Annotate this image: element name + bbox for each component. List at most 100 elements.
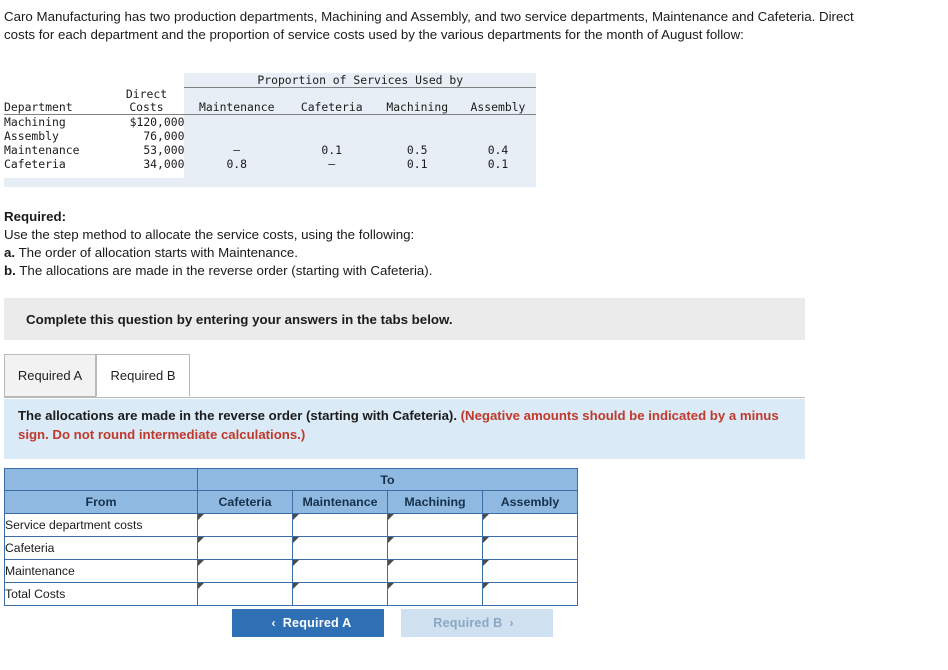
tab-info-main: The allocations are made in the reverse … [18,408,457,423]
input-cell-machining[interactable] [387,536,483,560]
tab-required-a[interactable]: Required A [4,354,96,397]
spacer-cell [288,170,375,178]
cell-corner-marker [483,583,489,589]
row-direct-costs: $120,000 [129,114,185,129]
to-header: To [197,468,578,491]
row-label-cafeteria: Cafeteria [4,536,198,560]
col-header-maintenance: Maintenance [184,87,289,115]
spacer-cell-2 [108,73,184,88]
input-cell-maintenance[interactable] [292,582,388,606]
spacer-cell [374,170,460,178]
tab-required-b[interactable]: Required B [96,354,190,397]
row-machining: 0.5 [374,142,460,157]
cell-corner-marker [198,583,204,589]
row-label-service-department-costs: Service department costs [4,513,198,537]
spacer-cell [4,171,108,178]
required-item-b: b. The allocations are made in the rever… [4,262,704,280]
row-label-maintenance: Maintenance [4,559,198,583]
input-cell-machining[interactable] [387,513,483,537]
required-line1: Use the step method to allocate the serv… [4,227,415,242]
row-machining [374,128,460,143]
direct-costs-line1: Direct [125,86,168,101]
row-assembly [459,128,536,143]
col-header-machining: Machining [374,87,460,115]
required-block: Required: Use the step method to allocat… [4,208,704,280]
row-department: Assembly [4,128,59,143]
input-cell-maintenance[interactable] [292,536,388,560]
to-row-blank-cell [4,468,198,491]
input-cell-assembly[interactable] [482,513,578,537]
input-cell-machining[interactable] [387,582,483,606]
answer-table-wrapper: To From Cafeteria Maintenance Machining … [4,468,578,606]
col-header-department: Department [4,87,109,115]
row-assembly [459,114,536,129]
row-machining [374,114,460,129]
cell-corner-marker [198,560,204,566]
instruction-banner: Complete this question by entering your … [4,298,805,340]
input-cell-assembly[interactable] [482,536,578,560]
input-cell-maintenance[interactable] [292,559,388,583]
cell-corner-marker [198,514,204,520]
cell-corner-marker [293,560,299,566]
required-item-a: a. The order of allocation starts with M… [4,244,704,262]
cell-corner-marker [483,560,489,566]
col-header-assembly: Assembly [482,490,578,514]
input-cell-cafeteria[interactable] [197,536,293,560]
data-table-group-header-row: Proportion of Services Used by [4,73,536,88]
cell-corner-marker [293,537,299,543]
row-maintenance [184,114,289,129]
table-row: Assembly 76,000 [4,128,536,143]
input-cell-cafeteria[interactable] [197,582,293,606]
instruction-banner-text: Complete this question by entering your … [26,311,453,327]
chevron-left-icon: ‹ [271,616,276,630]
next-required-b-button[interactable]: Required B › [401,609,553,637]
row-department: Maintenance [4,142,80,157]
input-cell-assembly[interactable] [482,559,578,583]
col-header-direct-costs: Direct Costs [108,86,185,115]
col-header-cafeteria: Cafeteria [197,490,293,514]
row-cafeteria [288,114,375,129]
direct-costs-line2: Costs [129,99,164,114]
next-button-label: Required B [433,616,503,630]
answer-table-to-row: To [4,468,578,491]
tab-info-paragraph: The allocations are made in the reverse … [18,406,795,444]
answer-table: To From Cafeteria Maintenance Machining … [4,468,578,606]
cell-corner-marker [293,514,299,520]
bottom-band-cell [4,177,536,187]
col-header-maintenance: Maintenance [292,490,388,514]
spacer-cell [108,171,184,178]
table-row: Total Costs [4,582,578,606]
input-cell-machining[interactable] [387,559,483,583]
spacer-cell [184,170,289,178]
required-a-text: The order of allocation starts with Main… [18,245,298,260]
chevron-right-icon: › [509,616,514,630]
question-page: Caro Manufacturing has two production de… [0,0,948,670]
table-spacer-row [4,170,536,178]
input-cell-maintenance[interactable] [292,513,388,537]
row-department: Cafeteria [4,156,66,171]
cell-corner-marker [388,583,394,589]
prev-button-label: Required A [282,616,352,630]
row-cafeteria: – [288,156,375,171]
required-b-text: The allocations are made in the reverse … [19,263,433,278]
required-a-label: a. [4,245,16,260]
tab-navigation: ‹ Required A Required B › [232,609,553,637]
row-cafeteria [288,128,375,143]
table-row: Cafeteria [4,536,578,560]
row-assembly: 0.4 [459,142,536,157]
row-direct-costs: 76,000 [143,128,185,143]
input-cell-cafeteria[interactable] [197,513,293,537]
row-machining: 0.1 [374,156,460,171]
row-cafeteria: 0.1 [288,142,375,157]
row-department: Machining [4,114,66,129]
prev-required-a-button[interactable]: ‹ Required A [232,609,384,637]
table-row: Maintenance [4,559,578,583]
question-intro: Caro Manufacturing has two production de… [4,9,854,42]
row-direct-costs: 53,000 [143,142,185,157]
cell-corner-marker [388,560,394,566]
input-cell-cafeteria[interactable] [197,559,293,583]
spacer-cell-1 [4,73,108,88]
required-heading: Required: [4,208,704,226]
input-cell-assembly[interactable] [482,582,578,606]
row-label-total-costs: Total Costs [4,582,198,606]
